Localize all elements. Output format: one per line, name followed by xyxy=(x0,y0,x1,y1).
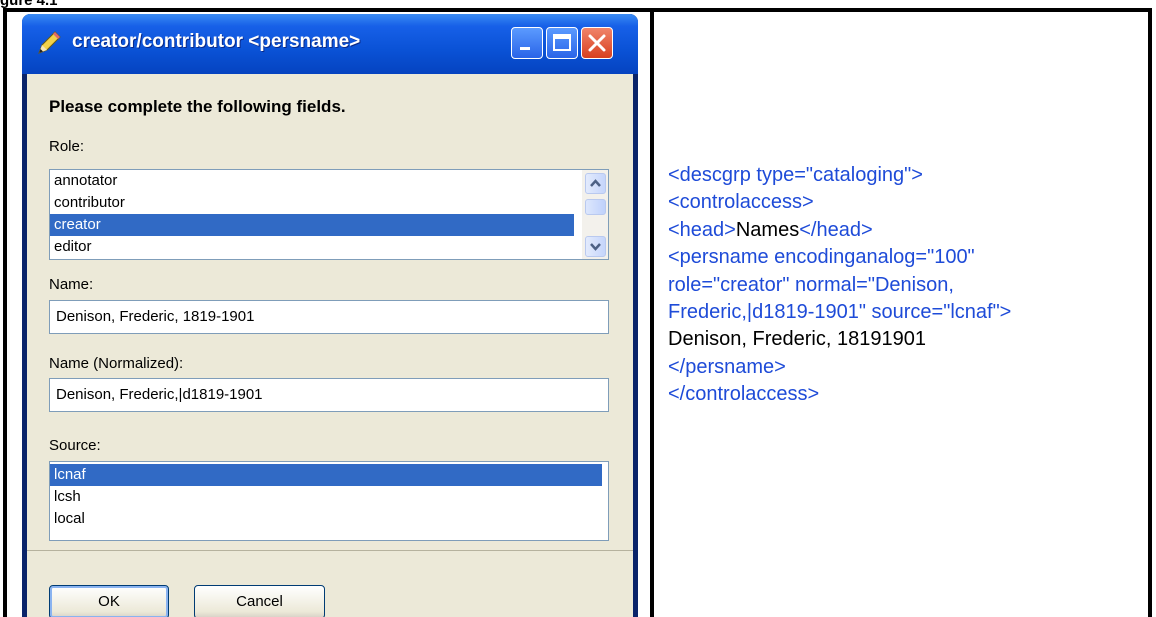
role-option-creator[interactable]: creator xyxy=(50,214,574,236)
pencil-icon xyxy=(38,31,61,54)
ead-xml-snippet: <descgrp type="cataloging"> <controlacce… xyxy=(668,162,1011,409)
code-line-descgrp: <descgrp type="cataloging"> xyxy=(668,164,923,186)
table-border-right xyxy=(1148,8,1152,617)
cancel-button[interactable]: Cancel xyxy=(194,585,325,617)
ok-button[interactable]: OK xyxy=(49,585,169,617)
source-option-lcnaf[interactable]: lcnaf xyxy=(50,464,602,486)
source-option-lcsh[interactable]: lcsh xyxy=(54,486,81,508)
chevron-up-icon xyxy=(590,179,601,187)
close-icon xyxy=(588,34,606,52)
footer-divider xyxy=(27,550,633,551)
role-option-editor[interactable]: editor xyxy=(54,236,92,258)
code-line-head: <head>Names</head> xyxy=(668,217,1011,244)
chevron-down-icon xyxy=(590,243,601,251)
source-listbox[interactable]: lcnaf lcsh local xyxy=(49,461,609,541)
role-option-contributor[interactable]: contributor xyxy=(54,192,125,214)
role-scrollbar[interactable] xyxy=(582,170,608,259)
table-border-middle xyxy=(650,8,654,617)
name-field[interactable]: Denison, Frederic, 1819-1901 xyxy=(49,300,609,334)
instruction-text: Please complete the following fields. xyxy=(49,97,346,116)
minimize-button[interactable] xyxy=(511,27,543,59)
dialog-title: creator/contributor <persname> xyxy=(72,31,361,52)
code-line-controlaccess-open: <controlaccess> xyxy=(668,191,814,214)
table-border-top xyxy=(3,8,1152,12)
scroll-thumb[interactable] xyxy=(585,199,606,215)
head-open-tag: <head> xyxy=(668,218,736,241)
code-line-persname-source: Frederic,|d1819-1901" source="lcnaf"> xyxy=(668,301,1012,324)
scroll-down-button[interactable] xyxy=(585,236,606,257)
dialog-titlebar[interactable]: creator/contributor <persname> xyxy=(22,14,638,74)
scroll-up-button[interactable] xyxy=(585,173,606,194)
name-normalized-field[interactable]: Denison, Frederic,|d1819-1901 xyxy=(49,378,609,412)
code-line-persname-attrs: role="creator" normal="Denison, xyxy=(668,273,954,296)
table-border-left xyxy=(3,8,7,617)
code-line-persname-text: Denison, Frederic, 18191901 xyxy=(668,328,926,351)
name-normalized-label: Name (Normalized): xyxy=(49,355,184,372)
code-line-controlaccess-close: </controlaccess> xyxy=(668,383,820,406)
role-listbox[interactable]: annotator contributor creator editor xyxy=(49,169,609,260)
name-label: Name: xyxy=(49,276,94,293)
source-option-local[interactable]: local xyxy=(54,508,85,530)
head-close-tag: </head> xyxy=(799,218,873,241)
code-line-persname-close: </persname> xyxy=(668,355,786,378)
close-button[interactable] xyxy=(581,27,613,59)
dialog-body: Please complete the following fields. Ro… xyxy=(27,74,633,617)
persname-dialog: creator/contributor <persname> Please co… xyxy=(22,14,638,617)
head-text: Names xyxy=(735,218,800,241)
role-label: Role: xyxy=(49,138,85,155)
role-option-annotator[interactable]: annotator xyxy=(54,170,117,192)
maximize-icon xyxy=(553,34,571,51)
source-label: Source: xyxy=(49,437,101,454)
maximize-button[interactable] xyxy=(546,27,578,59)
minimize-icon xyxy=(520,47,530,50)
code-line-persname-open: <persname encodinganalog="100" xyxy=(668,246,975,269)
